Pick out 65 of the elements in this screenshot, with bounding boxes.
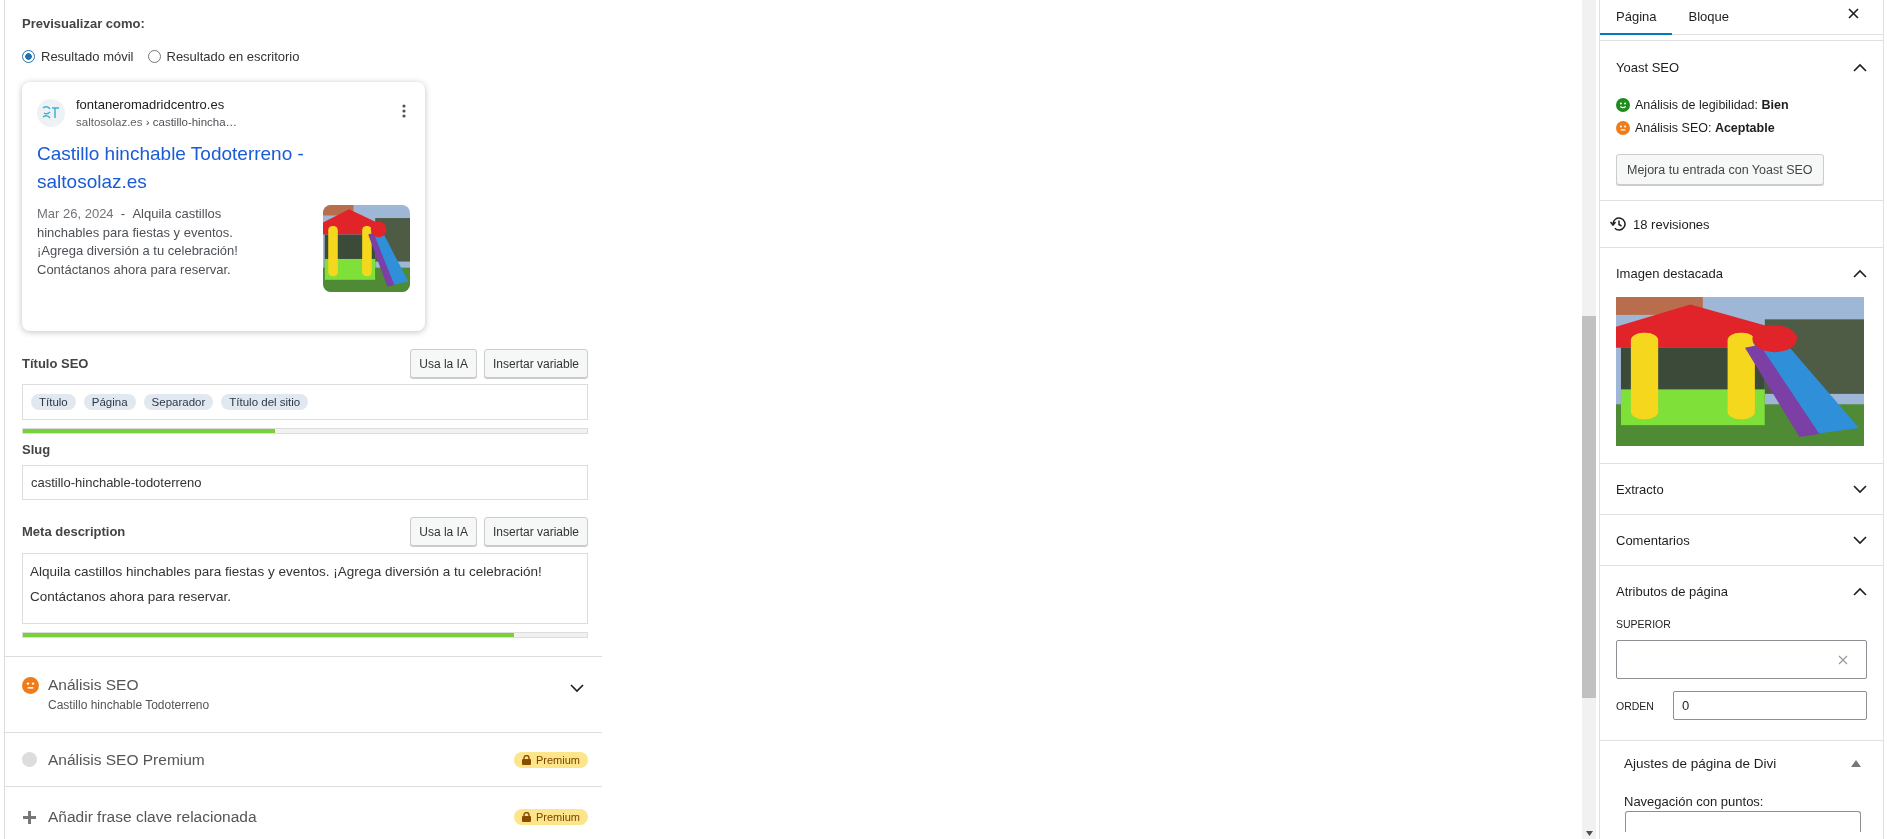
triangle-up-icon[interactable] xyxy=(1851,759,1861,767)
breadcrumb-domain: saltosolaz.es xyxy=(76,116,143,128)
close-icon[interactable] xyxy=(1848,7,1859,19)
chevron-down-icon[interactable] xyxy=(570,684,584,693)
field-label: ORDEN xyxy=(1616,699,1653,712)
result-description: Mar 26, 2024 - Alquila castillos hinchables para fiestas y eventos. ¡Agrega diversión a tu celebración! Contáctanos ahora para reservar. xyxy=(37,205,239,279)
slug-input-field[interactable]: castillo-hinchable-todoterreno xyxy=(22,465,588,500)
parent-select-field[interactable] xyxy=(1616,640,1867,679)
breadcrumb-separator: › xyxy=(145,116,150,128)
result-title[interactable]: Castillo hinchable Todoterreno - saltosolaz.es xyxy=(37,140,327,196)
scrollbar-thumb[interactable] xyxy=(1582,316,1596,698)
chevron-down-icon[interactable] xyxy=(1853,484,1867,494)
action-button[interactable]: Usa la IA xyxy=(410,349,477,378)
history-icon xyxy=(1610,216,1626,232)
variable-tag[interactable]: Título xyxy=(31,394,76,410)
plus-icon[interactable] xyxy=(22,809,37,825)
more-options-icon[interactable] xyxy=(402,104,406,118)
clear-icon[interactable] xyxy=(1838,654,1848,665)
breadcrumb-path: castillo-hincha… xyxy=(152,116,238,128)
field-label: Título SEO xyxy=(22,355,89,372)
section-title[interactable]: Análisis SEO xyxy=(48,675,570,695)
action-button[interactable]: Insertar variable xyxy=(483,349,588,378)
analysis-result: Análisis SEO: Aceptable xyxy=(1635,120,1775,135)
variable-tag[interactable]: Página xyxy=(83,394,136,410)
site-name: fontaneromadridcentro.es xyxy=(76,96,226,114)
radio-label[interactable]: Resultado móvil xyxy=(41,48,134,64)
radio-button[interactable] xyxy=(22,49,35,63)
panel-title[interactable]: Ajustes de página de Divi xyxy=(1624,755,1777,771)
scroll-down-arrow-icon[interactable] xyxy=(1585,831,1593,836)
panel-title[interactable]: Atributos de página xyxy=(1616,583,1729,599)
panel-title[interactable]: Comentarios xyxy=(1616,532,1690,548)
analysis-result: Análisis de legibilidad: Bien xyxy=(1635,97,1789,112)
improve-post-button[interactable]: Mejora tu entrada con Yoast SEO xyxy=(1616,154,1824,185)
title-input-field[interactable]: Título Página Separador Título del sitio xyxy=(22,384,588,420)
sidebar-tab[interactable]: Página xyxy=(1600,0,1673,35)
panel-title[interactable]: Imagen destacada xyxy=(1616,265,1723,281)
section-title[interactable]: Añadir frase clave relacionada xyxy=(48,807,514,827)
sidebar-tab[interactable]: Bloque xyxy=(1672,0,1745,35)
premium-badge: Premium xyxy=(514,751,588,768)
preview-label: Previsualizar como: xyxy=(22,16,146,32)
field-label: Slug xyxy=(22,442,52,458)
action-button[interactable]: Usa la IA xyxy=(410,517,477,546)
panel-title[interactable]: Yoast SEO xyxy=(1616,59,1680,75)
revisions-link[interactable]: 18 revisiones xyxy=(1633,216,1710,232)
action-button[interactable]: Insertar variable xyxy=(483,517,588,546)
select-field[interactable] xyxy=(1625,811,1861,832)
chevron-up-icon[interactable] xyxy=(1853,586,1867,596)
radio-label[interactable]: Resultado en escritorio xyxy=(166,48,300,64)
chevron-up-icon[interactable] xyxy=(1853,268,1867,278)
section-title[interactable]: Análisis SEO Premium xyxy=(48,749,514,770)
section-subtitle: Castillo hinchable Todoterreno xyxy=(48,698,211,712)
order-input-field[interactable]: 0 xyxy=(1673,691,1867,720)
chevron-up-icon[interactable] xyxy=(1853,62,1867,72)
field-label: Navegación con puntos: xyxy=(1623,794,1765,809)
variable-tag[interactable]: Separador xyxy=(143,394,214,410)
site-logo-icon xyxy=(41,105,61,121)
description-text-area[interactable]: Alquila castillos hinchables para fiestas y eventos. ¡Agrega diversión a tu celebración! Contáctanos ahora para reservar. xyxy=(22,553,588,624)
lock-icon xyxy=(522,754,531,765)
premium-badge: Premium xyxy=(514,809,588,825)
field-label: Meta description xyxy=(22,523,126,540)
field-label: SUPERIOR xyxy=(1615,618,1672,630)
chevron-down-icon[interactable] xyxy=(1853,535,1867,545)
lock-icon xyxy=(522,812,531,822)
variable-tag[interactable]: Título del sitio xyxy=(221,394,309,410)
panel-title[interactable]: Extracto xyxy=(1616,481,1664,497)
